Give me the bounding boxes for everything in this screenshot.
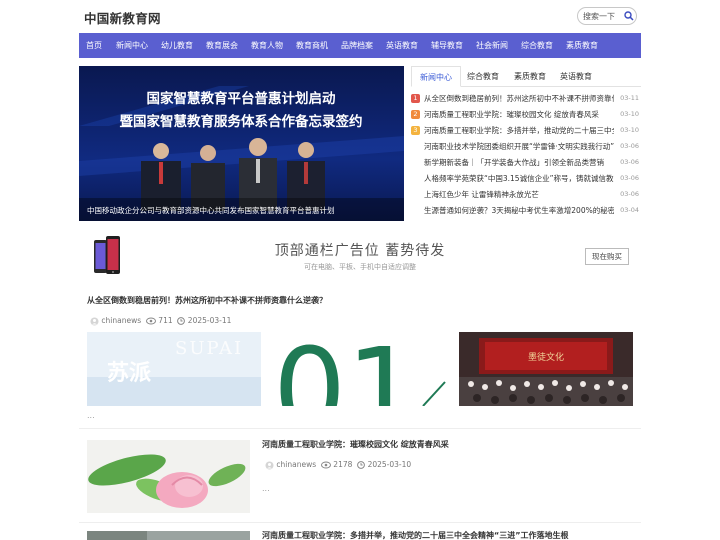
eye-icon — [145, 317, 156, 325]
article-thumbnail[interactable] — [87, 440, 250, 513]
search-input[interactable]: 搜索一下 — [583, 11, 615, 22]
article-title[interactable]: 从全区倒数到稳居前列！苏州这所初中不补课不拼师资靠什么逆袭？ — [87, 295, 327, 306]
news-title[interactable]: 人格频率学苑荣获“中国3.15诚信企业”称号，铸就诚信教育标杆 — [424, 173, 614, 184]
tab-english[interactable]: 英语教育 — [552, 66, 600, 87]
view-count: 711 — [158, 316, 173, 325]
news-date: 03-11 — [620, 94, 639, 102]
author[interactable]: chinanews — [276, 460, 316, 469]
article-image[interactable]: 墨徒文化 — [459, 332, 633, 406]
news-date: 03-10 — [620, 110, 639, 118]
user-icon — [90, 317, 99, 325]
tab-news-center[interactable]: 新闻中心 — [411, 66, 461, 87]
main-nav: 首页 新闻中心 幼儿教育 教育展会 教育人物 教育商机 品牌档案 英语教育 辅导… — [79, 33, 641, 58]
search-box[interactable]: 搜索一下 — [577, 7, 637, 25]
divider — [79, 428, 641, 429]
news-date: 03-10 — [620, 126, 639, 134]
news-tabs: 新闻中心 综合教育 素质教育 英语教育 — [411, 66, 641, 87]
article-images: SUPAI 苏派 01 墨徒文化 — [87, 332, 633, 406]
list-item[interactable]: 新学期新装备｜「开学装备大作战」引领全新品类营销 03-06 — [411, 155, 641, 171]
divider — [79, 522, 641, 523]
article-excerpt: ... — [87, 411, 95, 420]
slider-heading-2: 暨国家智慧教育服务体系合作备忘录签约 — [120, 113, 363, 130]
nav-item-quality[interactable]: 素质教育 — [566, 33, 598, 58]
news-date: 03-06 — [620, 158, 639, 166]
list-item[interactable]: 人格频率学苑荣获“中国3.15诚信企业”称号，铸就诚信教育标杆 03-06 — [411, 171, 641, 187]
news-title[interactable]: 河南质量工程职业学院：璀璨校园文化 绽放青春风采 — [424, 109, 614, 120]
slider-image[interactable]: 国家智慧教育平台普惠计划启动 暨国家智慧教育服务体系合作备忘录签约 — [79, 66, 404, 221]
nav-item-home[interactable]: 首页 — [86, 33, 102, 58]
image-text: 墨徒文化 — [528, 351, 564, 363]
view-count: 2178 — [333, 460, 353, 469]
nav-item-business[interactable]: 教育商机 — [296, 33, 328, 58]
news-date: 03-06 — [620, 142, 639, 150]
article-meta: chinanews 2178 2025-03-10 — [265, 460, 411, 470]
ad-subtitle: 可在电脑、平板、手机中自适应调整 — [304, 263, 416, 271]
user-icon — [265, 461, 274, 469]
nav-item-news[interactable]: 新闻中心 — [116, 33, 148, 58]
news-title[interactable]: 上海红色少年 让雷锋精神永放光芒 — [424, 189, 614, 200]
rank-badge: 1 — [411, 94, 420, 103]
list-item[interactable]: 1 从全区倒数到稳居前列！苏州这所初中不补课不拼师资靠什么逆袭？ 03-11 — [411, 91, 641, 107]
nav-item-preschool[interactable]: 幼儿教育 — [161, 33, 193, 58]
nav-item-english[interactable]: 英语教育 — [386, 33, 418, 58]
article-image[interactable]: SUPAI 苏派 — [87, 332, 261, 406]
news-date: 03-06 — [620, 174, 639, 182]
top-ad-banner[interactable]: 顶部通栏广告位 蓄势待发 可在电脑、平板、手机中自适应调整 现在购买 — [79, 229, 641, 284]
list-item[interactable]: 3 河南质量工程职业学院：多措并举，推动党的二十届三中全会精神 03-10 — [411, 123, 641, 139]
eye-icon — [320, 461, 331, 469]
search-icon[interactable] — [624, 11, 634, 21]
slider-caption[interactable]: 中国移动政企分公司与教育部资源中心共同发布国家智慧教育平台普惠计划 — [87, 205, 335, 216]
image-text: 苏派 — [107, 360, 151, 386]
rank-badge: 3 — [411, 126, 420, 135]
news-title[interactable]: 新学期新装备｜「开学装备大作战」引领全新品类营销 — [424, 157, 614, 168]
news-date: 03-06 — [620, 190, 639, 198]
clock-icon — [357, 461, 366, 469]
nav-item-general[interactable]: 综合教育 — [521, 33, 553, 58]
article-excerpt: ... — [262, 484, 270, 493]
slider-heading-1: 国家智慧教育平台普惠计划启动 — [147, 90, 336, 107]
article-image[interactable]: 01 — [273, 332, 447, 406]
site-header: 中国新教育网 搜索一下 — [0, 0, 720, 33]
list-item[interactable]: 河南职业技术学院团委组织开展“学雷锋·文明实践我行动”志愿 03-06 — [411, 139, 641, 155]
article-thumbnail[interactable] — [87, 531, 250, 540]
site-logo[interactable]: 中国新教育网 — [84, 8, 161, 27]
clock-icon — [177, 317, 186, 325]
news-date: 03-04 — [620, 206, 639, 214]
news-title[interactable]: 河南质量工程职业学院：多措并举，推动党的二十届三中全会精神 — [424, 125, 614, 136]
nav-item-expo[interactable]: 教育展会 — [206, 33, 238, 58]
buy-now-button[interactable]: 现在购买 — [585, 248, 629, 265]
publish-date: 2025-03-11 — [187, 316, 232, 325]
list-item[interactable]: 上海红色少年 让雷锋精神永放光芒 03-06 — [411, 187, 641, 203]
image-watermark: SUPAI — [175, 338, 243, 359]
nav-item-brand[interactable]: 品牌档案 — [341, 33, 373, 58]
ad-title: 顶部通栏广告位 蓄势待发 — [274, 243, 446, 259]
tab-quality[interactable]: 素质教育 — [506, 66, 554, 87]
list-item[interactable]: 2 河南质量工程职业学院：璀璨校园文化 绽放青春风采 03-10 — [411, 107, 641, 123]
news-title[interactable]: 生源普通如何逆袭？3天揭秘中考优生率激增200%的秘密 — [424, 205, 614, 216]
list-item[interactable]: 生源普通如何逆袭？3天揭秘中考优生率激增200%的秘密 03-04 — [411, 203, 641, 219]
tab-general[interactable]: 综合教育 — [459, 66, 507, 87]
article-meta: chinanews 711 2025-03-11 — [90, 316, 231, 326]
article-title[interactable]: 河南质量工程职业学院：多措并举，推动党的二十届三中全会精神“三进”工作落地生根 — [262, 530, 569, 540]
nav-item-people[interactable]: 教育人物 — [251, 33, 283, 58]
nav-item-society[interactable]: 社会新闻 — [476, 33, 508, 58]
featured-slider[interactable]: 国家智慧教育平台普惠计划启动 暨国家智慧教育服务体系合作备忘录签约 中国移动政企… — [79, 66, 404, 221]
article-title[interactable]: 河南质量工程职业学院：璀璨校园文化 绽放青春风采 — [262, 439, 449, 450]
news-title[interactable]: 从全区倒数到稳居前列！苏州这所初中不补课不拼师资靠什么逆袭？ — [424, 93, 614, 104]
author[interactable]: chinanews — [101, 316, 141, 325]
news-title[interactable]: 河南职业技术学院团委组织开展“学雷锋·文明实践我行动”志愿 — [424, 141, 614, 152]
rank-badge: 2 — [411, 110, 420, 119]
publish-date: 2025-03-10 — [367, 460, 412, 469]
nav-item-tutoring[interactable]: 辅导教育 — [431, 33, 463, 58]
image-number: 01 — [273, 332, 419, 406]
